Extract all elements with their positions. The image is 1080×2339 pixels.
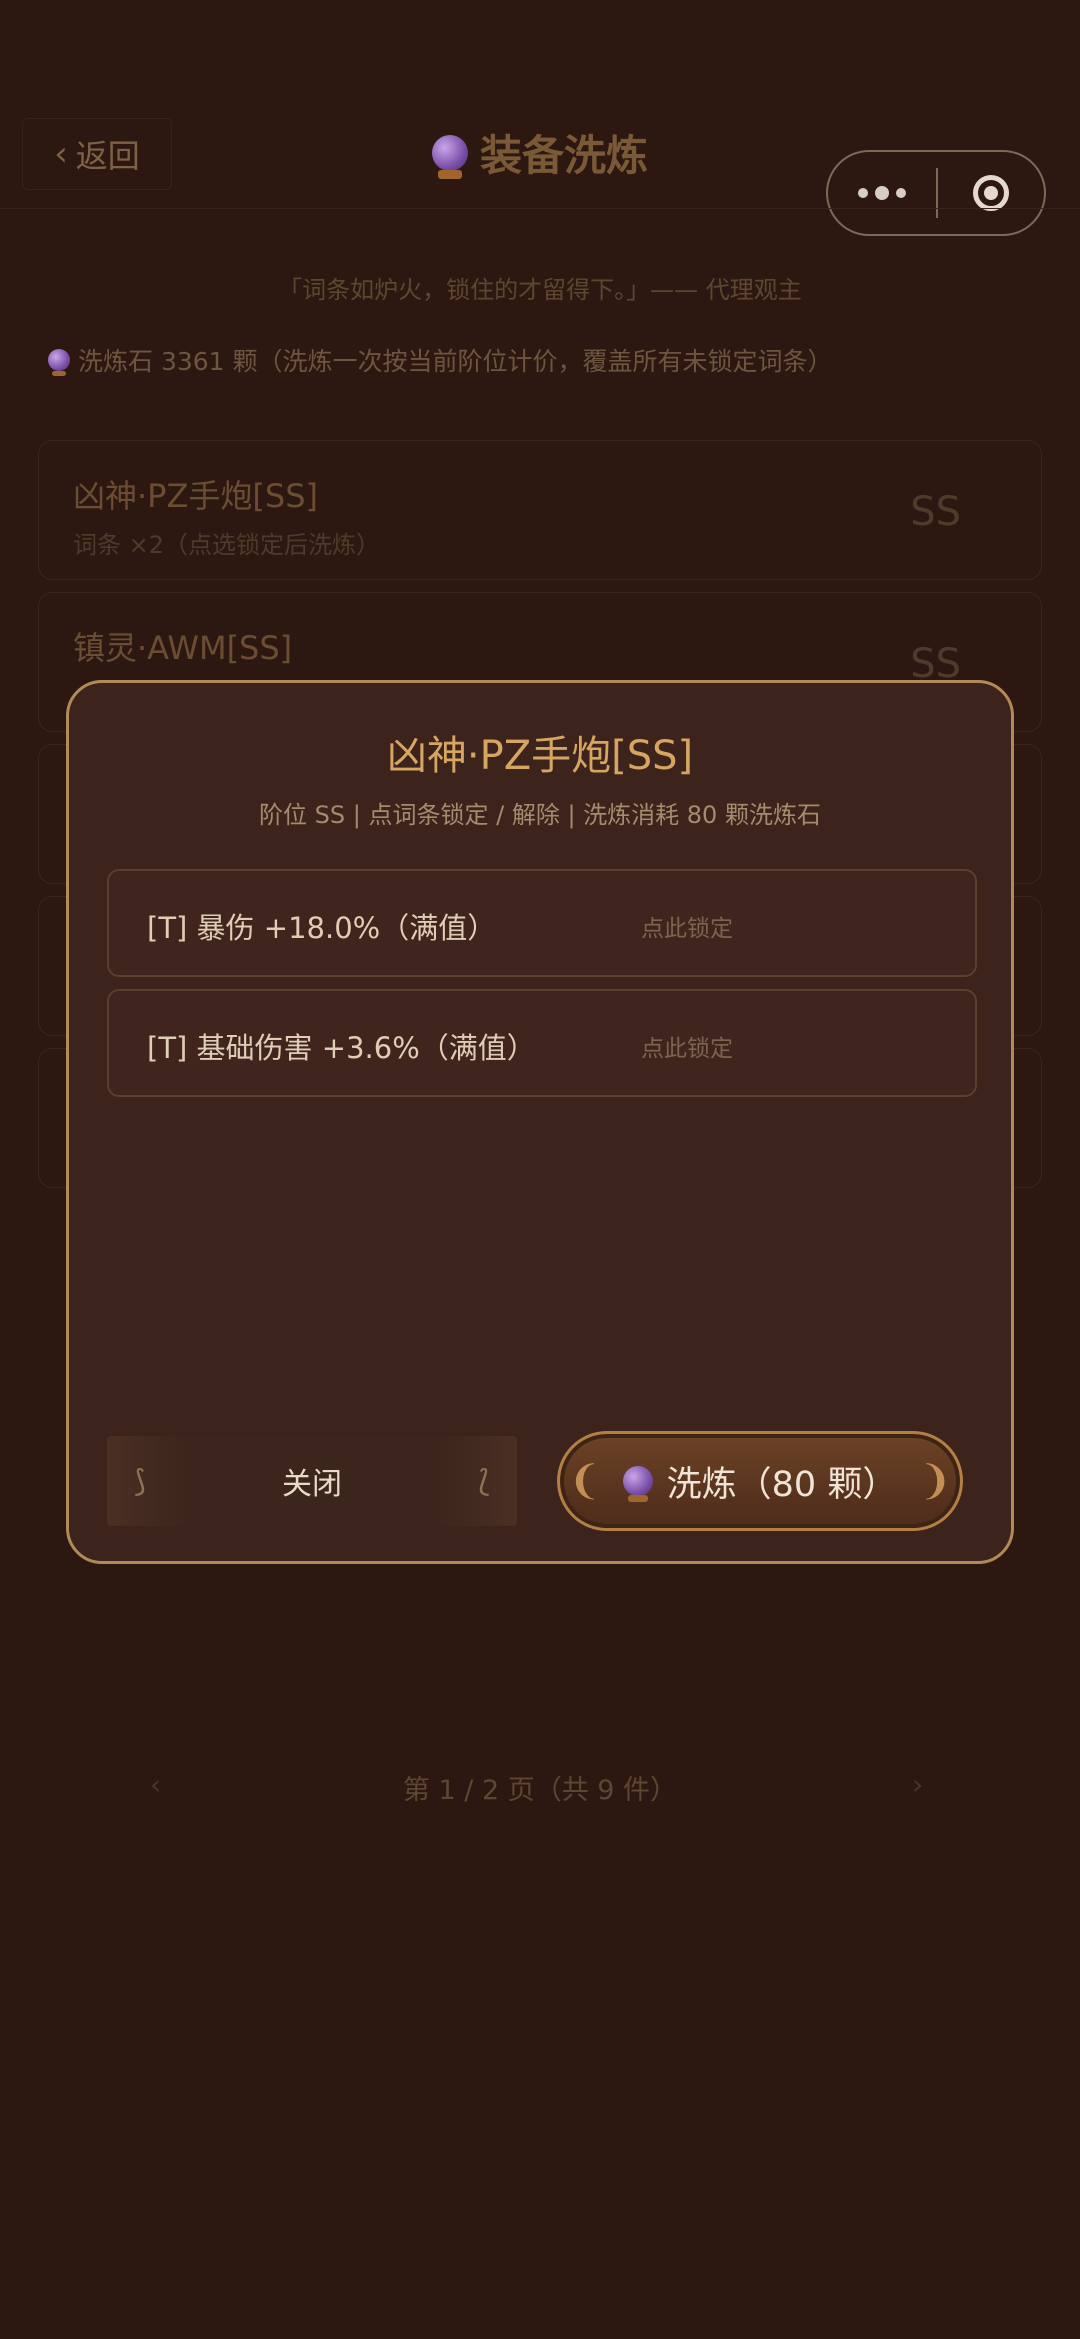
refine-dialog: 凶神·PZ手炮[SS] 阶位 SS | 点词条锁定 / 解除 | 洗炼消耗 80… xyxy=(66,680,1014,1564)
pagination: ‹ 第 1 / 2 页（共 9 件） › xyxy=(0,1768,1080,1818)
refine-label: 洗炼（80 颗） xyxy=(666,1464,898,1505)
close-button[interactable]: ⟆ 关闭 ⟅ xyxy=(107,1436,517,1526)
scroll-ornament-icon: ⟅ xyxy=(478,1463,490,1499)
quote-text: 「词条如炉火，锁住的才留得下。」—— 代理观主 xyxy=(278,276,802,304)
affix-row[interactable]: [T] 暴伤 +18.0%（满值） 点此锁定 xyxy=(107,869,977,977)
next-page-button[interactable]: › xyxy=(912,1768,923,1801)
lock-hint[interactable]: 点此锁定 xyxy=(641,909,733,943)
miniprogram-capsule xyxy=(826,150,1046,236)
ornament-curl-icon: ❨ xyxy=(568,1458,602,1504)
page-title-text: 装备洗炼 xyxy=(479,131,648,180)
more-options-button[interactable] xyxy=(828,186,936,200)
equipment-rank: SS xyxy=(910,489,961,535)
dialog-subtitle: 阶位 SS | 点词条锁定 / 解除 | 洗炼消耗 80 颗洗炼石 xyxy=(259,801,821,829)
equipment-name: 凶神·PZ手炮[SS] xyxy=(73,477,318,515)
dialog-title: 凶神·PZ手炮[SS] xyxy=(386,733,694,779)
refine-button[interactable]: ❨ 洗炼（80 颗） ❩ xyxy=(557,1431,963,1531)
affix-text: [T] 暴伤 +18.0%（满值） xyxy=(147,911,497,945)
close-label: 关闭 xyxy=(282,1467,342,1502)
stone-info: 洗炼石 3361 颗（洗炼一次按当前阶位计价，覆盖所有未锁定词条） xyxy=(48,342,833,378)
scroll-ornament-icon: ⟆ xyxy=(134,1463,146,1499)
affix-text: [T] 基础伤害 +3.6%（满值） xyxy=(147,1031,536,1065)
equipment-card[interactable]: 凶神·PZ手炮[SS] 词条 ×2（点选锁定后洗炼） SS xyxy=(38,440,1042,580)
lock-hint[interactable]: 点此锁定 xyxy=(641,1029,733,1063)
crystal-ball-icon xyxy=(431,134,468,179)
close-miniprogram-button[interactable] xyxy=(938,175,1044,211)
header-divider xyxy=(0,208,1080,209)
target-icon xyxy=(973,175,1009,211)
crystal-ball-icon xyxy=(48,349,70,376)
equipment-name: 镇灵·AWM[SS] xyxy=(73,629,293,667)
affix-row[interactable]: [T] 基础伤害 +3.6%（满值） 点此锁定 xyxy=(107,989,977,1097)
equipment-sub: 词条 ×2（点选锁定后洗炼） xyxy=(73,531,381,559)
stone-info-text: 洗炼石 3361 颗（洗炼一次按当前阶位计价，覆盖所有未锁定词条） xyxy=(78,347,833,376)
ornament-curl-icon: ❩ xyxy=(918,1458,952,1504)
crystal-ball-icon xyxy=(622,1466,653,1502)
